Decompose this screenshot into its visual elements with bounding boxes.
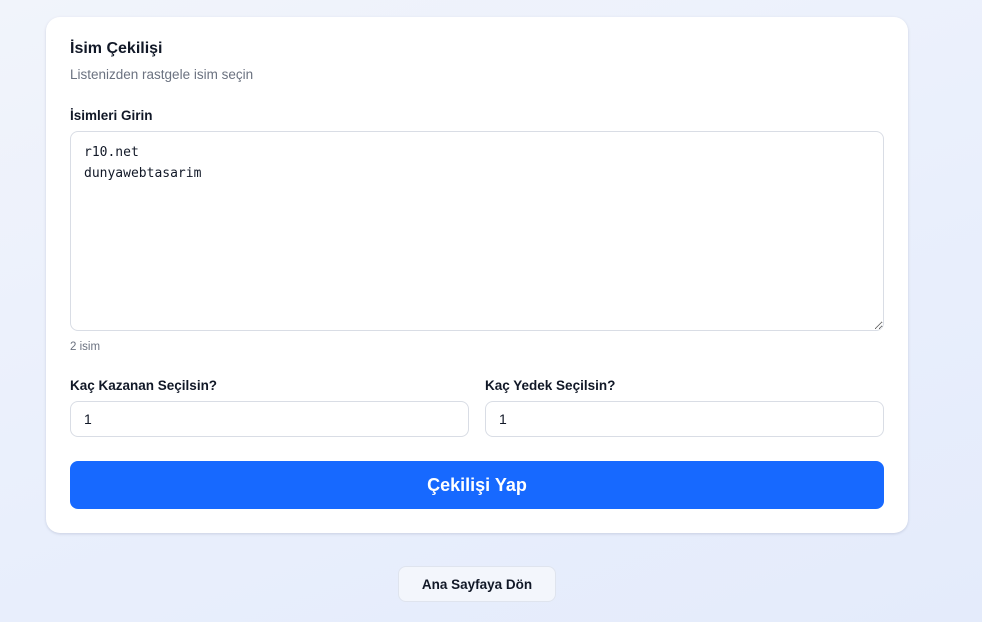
- card-title: İsim Çekilişi: [70, 40, 163, 57]
- draw-button[interactable]: Çekilişi Yap: [70, 461, 884, 509]
- card-subtitle: Listenizden rastgele isim seçin: [70, 67, 254, 82]
- home-button[interactable]: Ana Sayfaya Dön: [398, 566, 556, 602]
- backups-input[interactable]: [485, 401, 884, 437]
- winners-input[interactable]: [70, 401, 469, 437]
- name-count: 2 isim: [70, 341, 101, 353]
- raffle-card: İsim Çekilişi Listenizden rastgele isim …: [46, 17, 908, 533]
- names-label: İsimleri Girin: [70, 108, 153, 123]
- winners-label: Kaç Kazanan Seçilsin?: [70, 378, 218, 393]
- backups-label: Kaç Yedek Seçilsin?: [485, 378, 616, 393]
- names-textarea[interactable]: r10.net dunyawebtasarim: [70, 131, 884, 331]
